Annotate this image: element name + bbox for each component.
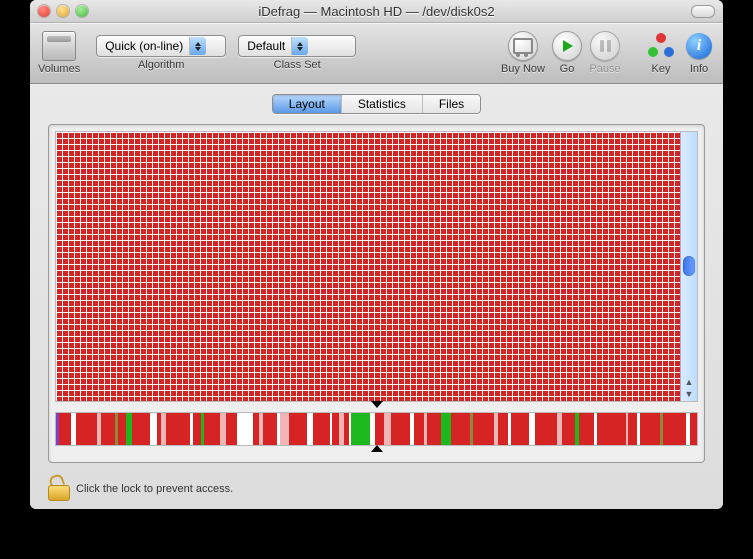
overview-stripe (391, 413, 411, 445)
toolbar-toggle-button[interactable] (691, 5, 715, 18)
volumes-button[interactable]: Volumes (38, 31, 80, 75)
overview-stripe (414, 413, 424, 445)
drive-icon (42, 31, 76, 61)
pause-label: Pause (589, 63, 620, 75)
overview-stripe (351, 413, 369, 445)
classset-label: Class Set (274, 59, 321, 71)
overview-stripe (597, 413, 625, 445)
classset-value: Default (247, 39, 285, 53)
overview-stripe (204, 413, 219, 445)
key-icon (648, 33, 674, 59)
pause-button[interactable]: Pause (589, 31, 621, 75)
algorithm-label: Algorithm (138, 59, 184, 71)
tab-bar: Layout Statistics Files (30, 84, 723, 120)
overview-stripe (473, 413, 494, 445)
overview-stripe (289, 413, 307, 445)
titlebar: iDefrag — Macintosh HD — /dev/disk0s2 (30, 0, 723, 23)
lock-icon[interactable] (48, 477, 68, 501)
triangle-down-icon (371, 401, 383, 408)
tab-files[interactable]: Files (423, 95, 480, 113)
overview-stripe (263, 413, 276, 445)
lock-text: Click the lock to prevent access. (76, 483, 233, 495)
classset-group: Default Class Set (238, 35, 356, 71)
tab-layout[interactable]: Layout (273, 95, 342, 113)
window-title: iDefrag — Macintosh HD — /dev/disk0s2 (30, 4, 723, 19)
buynow-label: Buy Now (501, 63, 545, 75)
overview-stripe (384, 413, 391, 445)
overview-stripe (690, 413, 697, 445)
view-indicator-bottom (55, 446, 698, 456)
overview-stripe (535, 413, 558, 445)
traffic-lights (38, 5, 88, 17)
algorithm-group: Quick (on-line) Algorithm (96, 35, 226, 71)
algorithm-value: Quick (on-line) (105, 39, 183, 53)
pause-icon (600, 40, 611, 52)
minimize-icon[interactable] (57, 5, 69, 17)
overview-stripe (59, 413, 72, 445)
overview-stripe (498, 413, 509, 445)
overview-stripe (193, 413, 201, 445)
overview-stripe (313, 413, 329, 445)
overview-stripe (441, 413, 451, 445)
chevron-updown-icon (189, 37, 206, 55)
vertical-scrollbar[interactable]: ▲ ▼ (680, 132, 697, 401)
overview-stripe (226, 413, 237, 445)
overview-stripe (150, 413, 157, 445)
scroll-down-icon[interactable]: ▼ (681, 389, 697, 399)
overview-stripe (427, 413, 441, 445)
overview-stripe (280, 413, 288, 445)
overview-strip[interactable] (55, 412, 698, 446)
buynow-button[interactable]: Buy Now (501, 31, 545, 75)
go-button[interactable]: Go (551, 31, 583, 75)
triangle-up-icon (371, 445, 383, 452)
info-label: Info (690, 63, 708, 75)
chevron-updown-icon (291, 37, 308, 55)
overview-stripe (511, 413, 529, 445)
overview-stripe (101, 413, 115, 445)
close-icon[interactable] (38, 5, 50, 17)
classset-select[interactable]: Default (238, 35, 356, 57)
key-label: Key (652, 63, 671, 75)
overview-stripe (332, 413, 339, 445)
overview-stripe (640, 413, 660, 445)
content-area: Layout Statistics Files ▲ ▼ (30, 84, 723, 509)
overview-stripe (579, 413, 594, 445)
volumes-label: Volumes (38, 63, 80, 75)
zoom-icon[interactable] (76, 5, 88, 17)
cart-icon (513, 38, 533, 54)
block-map[interactable] (56, 132, 680, 401)
info-icon: i (686, 33, 712, 59)
overview-stripe (237, 413, 252, 445)
view-indicator-top (55, 402, 698, 412)
overview-stripe (118, 413, 126, 445)
key-button[interactable]: Key (645, 31, 677, 75)
lock-row: Click the lock to prevent access. (30, 471, 723, 509)
play-icon (563, 40, 573, 52)
overview-stripe (663, 413, 686, 445)
info-button[interactable]: i Info (683, 31, 715, 75)
scroll-up-icon[interactable]: ▲ (681, 377, 697, 387)
overview-stripe (375, 413, 384, 445)
overview-stripe (132, 413, 150, 445)
overview-stripe (76, 413, 98, 445)
block-map-frame: ▲ ▼ (55, 131, 698, 402)
toolbar: Volumes Quick (on-line) Algorithm Defaul… (30, 23, 723, 84)
overview-stripe (562, 413, 575, 445)
scrollbar-thumb[interactable] (683, 256, 695, 276)
overview-stripe (451, 413, 470, 445)
overview-stripe (166, 413, 190, 445)
go-label: Go (560, 63, 575, 75)
algorithm-select[interactable]: Quick (on-line) (96, 35, 226, 57)
overview-stripe (628, 413, 636, 445)
app-window: iDefrag — Macintosh HD — /dev/disk0s2 Vo… (30, 0, 723, 509)
tab-statistics[interactable]: Statistics (342, 95, 423, 113)
layout-panel: ▲ ▼ (48, 124, 705, 463)
